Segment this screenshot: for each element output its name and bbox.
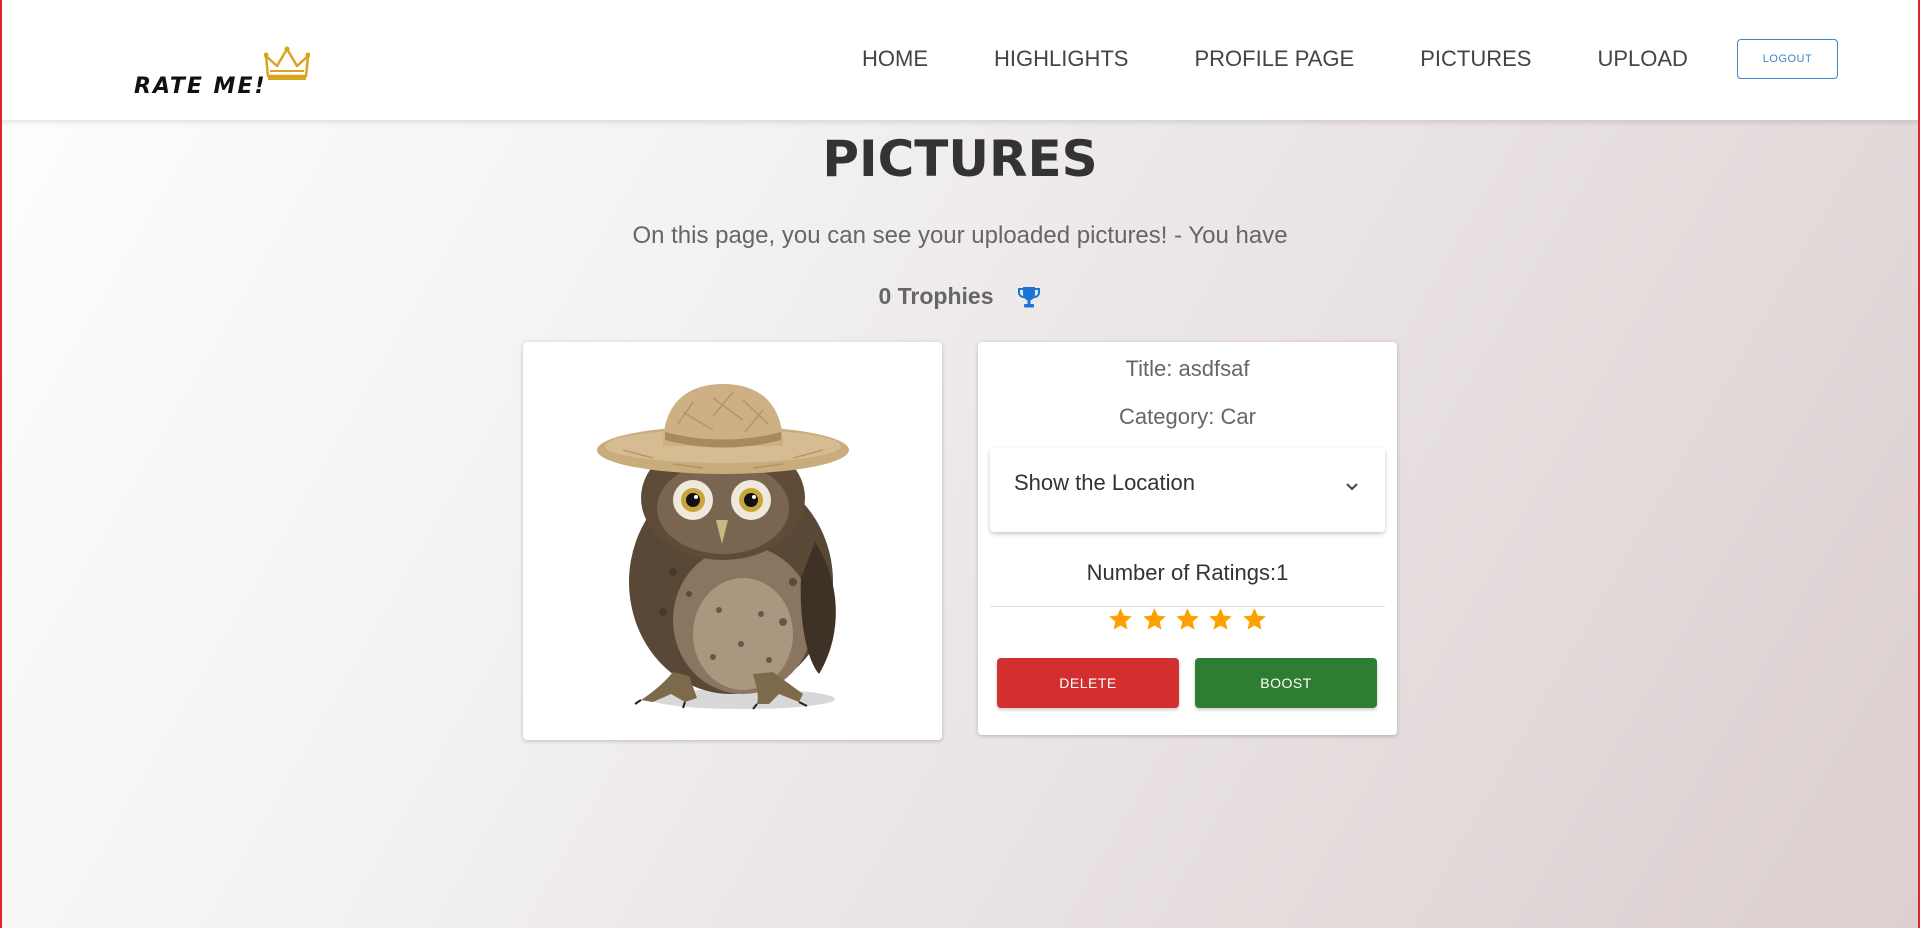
logout-button[interactable]: LOGOUT <box>1737 39 1838 79</box>
star-rating[interactable] <box>978 606 1397 638</box>
boost-button[interactable]: BOOST <box>1195 658 1377 708</box>
picture-title: Title: asdfsaf <box>1125 356 1250 381</box>
chevron-down-icon <box>1346 483 1358 491</box>
crown-icon <box>264 46 310 80</box>
star-icon[interactable] <box>1207 606 1234 633</box>
brand-logo[interactable]: RATE ME! <box>134 46 314 102</box>
trophy-summary: 0 Trophies <box>0 282 1920 310</box>
page-subtitle: On this page, you can see your uploaded … <box>632 222 1288 249</box>
location-expander-label: Show the Location <box>1014 470 1196 495</box>
trophy-icon <box>1017 287 1040 308</box>
delete-button[interactable]: DELETE <box>997 658 1179 708</box>
nav-link-profile-page[interactable]: PROFILE PAGE <box>1194 46 1354 72</box>
nav-link-upload[interactable]: UPLOAD <box>1597 46 1687 72</box>
star-icon[interactable] <box>1107 606 1134 633</box>
picture-category: Category: Car <box>1119 404 1256 429</box>
nav-links: HOME HIGHLIGHTS PROFILE PAGE PICTURES UP… <box>862 46 1754 72</box>
window-border-left <box>0 0 2 928</box>
navbar: RATE ME! HOME HIGHLIGHTS PROFILE PAGE PI… <box>0 0 1920 120</box>
owl-with-straw-hat-image[interactable] <box>593 372 873 712</box>
star-icon[interactable] <box>1174 606 1201 633</box>
trophy-count: 0 Trophies <box>878 282 994 309</box>
picture-image-card <box>523 342 942 740</box>
nav-link-home[interactable]: HOME <box>862 46 928 72</box>
location-expander[interactable]: Show the Location <box>990 448 1385 532</box>
page-title: PICTURES <box>822 130 1098 188</box>
nav-link-highlights[interactable]: HIGHLIGHTS <box>994 46 1128 72</box>
star-icon[interactable] <box>1241 606 1268 633</box>
nav-link-pictures[interactable]: PICTURES <box>1420 46 1531 72</box>
picture-info-card: Title: asdfsaf Category: Car Show the Lo… <box>978 342 1397 735</box>
brand-name: RATE ME! <box>134 74 267 99</box>
ratings-count: Number of Ratings:1 <box>1086 560 1289 585</box>
star-icon[interactable] <box>1141 606 1168 633</box>
